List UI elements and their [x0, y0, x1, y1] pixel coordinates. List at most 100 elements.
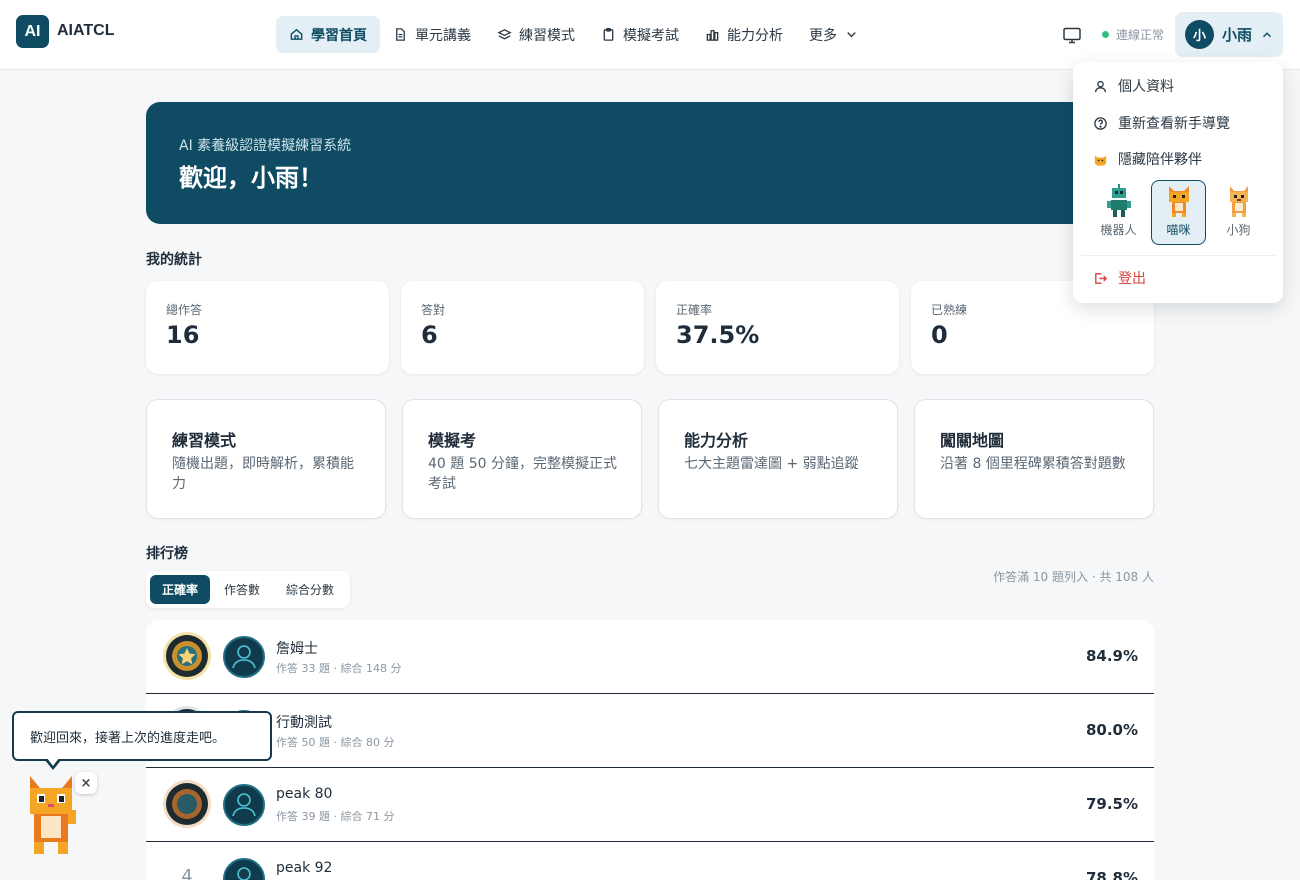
- feature-title: 練習模式: [172, 431, 237, 450]
- menu-divider: [1081, 255, 1275, 256]
- nav-practice[interactable]: 練習模式: [484, 16, 588, 53]
- stat-value: 0: [931, 321, 948, 349]
- cat-face-icon: [1094, 155, 1107, 166]
- app-logo[interactable]: AI: [16, 15, 49, 48]
- menu-item-hide-companion[interactable]: 隱藏陪伴夥伴: [1093, 149, 1202, 169]
- menu-item-logout[interactable]: 登出: [1093, 268, 1146, 288]
- main-nav: 學習首頁 單元講義 練習模式 模擬考試 能力分析 更多: [276, 16, 872, 53]
- user-avatar-icon: [223, 858, 265, 880]
- menu-item-tour[interactable]: 重新查看新手導覽: [1093, 113, 1230, 133]
- logout-icon: [1095, 272, 1108, 284]
- top-header: AI AIATCL 學習首頁 單元講義 練習模式 模擬考試 能力分析 更多 連線…: [0, 0, 1300, 70]
- user-icon: [1094, 80, 1107, 92]
- stat-card-total: 總作答 16: [146, 281, 389, 374]
- chevron-down-icon: [847, 32, 856, 38]
- menu-label: 個人資料: [1118, 79, 1174, 95]
- user-avatar-icon: [223, 784, 265, 826]
- menu-label: 重新查看新手導覽: [1118, 116, 1230, 132]
- row-name: peak 92: [276, 860, 333, 876]
- stats-section-title: 我的統計: [146, 252, 202, 268]
- bronze-medal-icon: [163, 780, 211, 828]
- monitor-icon[interactable]: [1062, 25, 1082, 45]
- nav-label: 練習模式: [519, 27, 575, 44]
- user-dropdown-menu: 個人資料 重新查看新手導覽 隱藏陪伴夥伴 機器人 喵咪 小狗 登出: [1073, 62, 1283, 303]
- cat-companion-icon[interactable]: [20, 772, 82, 858]
- nav-mock-exam[interactable]: 模擬考試: [588, 16, 692, 53]
- feature-card-map[interactable]: 闖關地圖 沿著 8 個里程碑累積答對題數: [914, 399, 1154, 519]
- stat-value: 37.5%: [676, 321, 760, 349]
- row-score: 78.8%: [1085, 869, 1138, 880]
- companion-speech-bubble: 歡迎回來，接著上次的進度走吧。: [12, 711, 272, 761]
- user-menu-button[interactable]: 小 小雨: [1175, 12, 1283, 57]
- brand-name[interactable]: AIATCL: [57, 22, 114, 40]
- nav-home[interactable]: 學習首頁: [276, 16, 380, 53]
- menu-label: 登出: [1118, 271, 1146, 287]
- dog-icon: [1229, 186, 1248, 217]
- banner-subtitle: AI 素養級認證模擬練習系統: [179, 138, 352, 154]
- tab-answer-count[interactable]: 作答數: [212, 575, 272, 604]
- pet-option-dog[interactable]: 小狗: [1211, 180, 1266, 245]
- welcome-banner: AI 素養級認證模擬練習系統 歡迎，小雨！: [146, 102, 1154, 224]
- rank-number: 4: [181, 866, 193, 880]
- feature-desc: 隨機出題，即時解析，累積能力: [172, 456, 354, 492]
- nav-label: 能力分析: [727, 27, 783, 44]
- nav-more[interactable]: 更多: [796, 16, 872, 53]
- leaderboard-list: 詹姆士 作答 33 題 · 綜合 148 分 84.9% 行動測試 作答 50 …: [146, 620, 1154, 880]
- cat-icon: [1168, 186, 1189, 217]
- stat-value: 16: [166, 321, 200, 349]
- leaderboard-note: 作答滿 10 題列入 · 共 108 人: [993, 570, 1154, 584]
- stat-card-correct: 答對 6: [401, 281, 644, 374]
- pet-option-cat[interactable]: 喵咪: [1151, 180, 1206, 245]
- feature-desc: 沿著 8 個里程碑累積答對題數: [940, 456, 1126, 472]
- stat-label: 正確率: [676, 303, 713, 317]
- nav-label: 模擬考試: [623, 27, 679, 44]
- leaderboard-row[interactable]: 詹姆士 作答 33 題 · 綜合 148 分 84.9%: [146, 620, 1154, 694]
- chevron-up-icon: [1263, 31, 1272, 37]
- nav-units[interactable]: 單元講義: [380, 16, 484, 53]
- companion-message: 歡迎回來，接著上次的進度走吧。: [30, 730, 226, 746]
- stat-card-accuracy: 正確率 37.5%: [656, 281, 899, 374]
- status-dot: [1102, 31, 1109, 38]
- tab-accuracy[interactable]: 正確率: [150, 575, 211, 604]
- feature-card-mock-exam[interactable]: 模擬考 40 題 50 分鐘，完整模擬正式考試: [402, 399, 642, 519]
- leaderboard-row[interactable]: 4 peak 92 78.8%: [146, 842, 1154, 880]
- row-meta: 作答 50 題 · 綜合 80 分: [276, 736, 395, 749]
- feature-card-practice[interactable]: 練習模式 隨機出題，即時解析，累積能力: [146, 399, 386, 519]
- menu-label: 隱藏陪伴夥伴: [1118, 152, 1202, 168]
- pet-label: 小狗: [1226, 223, 1251, 237]
- help-circle-icon: [1094, 116, 1107, 130]
- user-name: 小雨: [1222, 26, 1253, 44]
- pet-option-robot[interactable]: 機器人: [1091, 180, 1146, 245]
- pet-label: 機器人: [1100, 223, 1137, 237]
- layers-icon: [497, 29, 512, 40]
- nav-label: 學習首頁: [311, 27, 367, 44]
- close-companion-button[interactable]: ×: [75, 772, 97, 794]
- feature-title: 能力分析: [684, 431, 749, 450]
- row-meta: 作答 33 題 · 綜合 148 分: [276, 662, 402, 675]
- feature-card-analysis[interactable]: 能力分析 七大主題雷達圖 + 弱點追蹤: [658, 399, 898, 519]
- bubble-tail-inner: [47, 758, 59, 766]
- row-score: 80.0%: [1085, 721, 1138, 739]
- row-name: 詹姆士: [276, 641, 318, 657]
- bar-chart-icon: [706, 30, 719, 41]
- leaderboard-title: 排行榜: [146, 546, 188, 562]
- home-icon: [290, 28, 303, 40]
- nav-analysis[interactable]: 能力分析: [692, 16, 796, 53]
- stat-label: 已熟練: [931, 303, 968, 317]
- leaderboard-row[interactable]: peak 80 作答 39 題 · 綜合 71 分 79.5%: [146, 768, 1154, 842]
- row-name: 行動測試: [276, 715, 332, 731]
- feature-desc: 40 題 50 分鐘，完整模擬正式考試: [428, 456, 617, 492]
- gold-medal-icon: [163, 632, 211, 680]
- row-score: 79.5%: [1085, 795, 1138, 813]
- leaderboard-row[interactable]: 行動測試 作答 50 題 · 綜合 80 分 80.0%: [146, 694, 1154, 768]
- stat-value: 6: [421, 321, 438, 349]
- tab-overall-score[interactable]: 綜合分數: [274, 575, 346, 604]
- feature-desc: 七大主題雷達圖 + 弱點追蹤: [684, 456, 859, 472]
- feature-title: 模擬考: [428, 431, 477, 450]
- menu-item-profile[interactable]: 個人資料: [1093, 76, 1174, 96]
- leaderboard-tabs: 正確率 作答數 綜合分數: [146, 571, 350, 608]
- feature-title: 闖關地圖: [940, 431, 1005, 450]
- row-name: peak 80: [276, 786, 333, 802]
- avatar: 小: [1185, 20, 1214, 49]
- stat-label: 總作答: [166, 303, 203, 317]
